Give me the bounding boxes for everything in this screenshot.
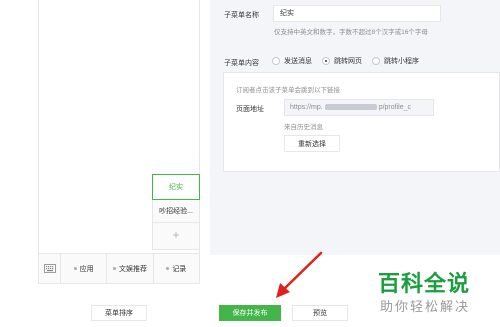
preview-button[interactable]: 预览 <box>292 305 348 321</box>
content-type-radio-group: 发送消息 跳转网页 跳转小程序 <box>272 56 429 66</box>
page-url-field: https://mp. p/profile_c <box>284 99 434 116</box>
submenu-name-input[interactable]: 纪实 <box>273 5 441 22</box>
name-hint: 仅支持中英文和数字，字数不超过8个汉字或16个字母 <box>274 29 428 36</box>
watermark-title: 百科全说 <box>378 271 471 296</box>
radio-icon <box>272 57 280 65</box>
reselect-button[interactable]: 重新选择 <box>284 135 340 152</box>
keyboard-icon[interactable] <box>39 253 61 284</box>
custom-menu-bar: 应用 文娱推荐 记录 <box>39 253 199 284</box>
watermark-subtitle: 助你轻松解决 <box>380 299 471 314</box>
menu-item-records[interactable]: 记录 <box>154 254 199 284</box>
box-hint: 订阅者点击该子菜单会跳到以下链接 <box>236 87 340 94</box>
add-submenu-icon[interactable]: + <box>153 223 199 247</box>
menu-dot-icon <box>112 267 116 270</box>
menu-dot-icon <box>166 267 170 270</box>
radio-jump-webpage[interactable]: 跳转网页 <box>322 56 362 66</box>
content-label: 子菜单内容 <box>224 60 259 67</box>
url-label: 页面地址 <box>236 106 264 113</box>
redacted-url-segment <box>324 104 377 111</box>
submenu-item[interactable]: 吵招经验... <box>153 199 199 223</box>
menu-dot-icon <box>73 267 77 270</box>
submenu-edit-panel: 子菜单名称 纪实 仅支持中英文和数字，字数不超过8个汉字或16个字母 子菜单内容… <box>210 0 500 255</box>
name-label: 子菜单名称 <box>224 12 259 19</box>
radio-jump-miniprogram[interactable]: 跳转小程序 <box>372 56 419 66</box>
submenu-popup: 纪实 吵招经验... + <box>152 174 200 250</box>
menu-item-apps[interactable]: 应用 <box>61 253 108 284</box>
url-source-text: 来自历史消息 <box>284 124 323 131</box>
radio-icon <box>372 57 380 65</box>
jump-webpage-box: 订阅者点击该子菜单会跳到以下链接 页面地址 https://mp. p/profi… <box>223 72 500 172</box>
menu-sort-button[interactable]: 菜单排序 <box>91 305 147 321</box>
radio-send-message[interactable]: 发送消息 <box>272 56 312 66</box>
submenu-item-active[interactable]: 纪实 <box>152 174 200 200</box>
radio-checked-icon <box>322 57 330 65</box>
save-and-publish-button[interactable]: 保存并发布 <box>219 305 281 321</box>
menu-item-recommend[interactable]: 文娱推荐 <box>107 253 154 284</box>
